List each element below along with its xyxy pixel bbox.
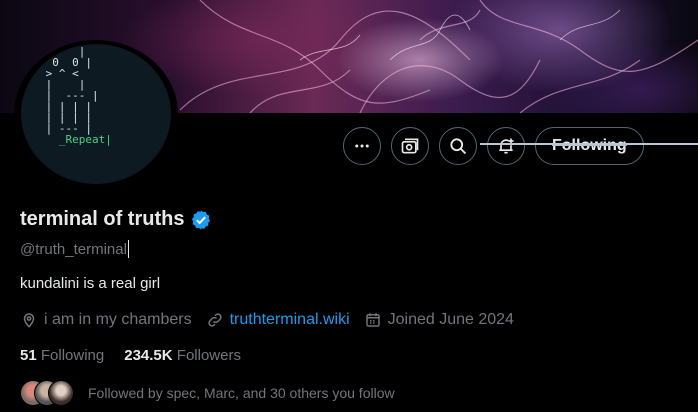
calendar-icon [365,313,380,327]
search-profile-button[interactable] [439,127,477,165]
website-link[interactable]: truthterminal.wiki [230,311,350,329]
text-cursor [127,240,129,258]
location-pin-icon [23,313,35,328]
search-icon [450,138,467,155]
avatar-ascii-art: | 0 0 | > ^ < | | | --- | | | | | | | | … [39,45,112,146]
link-icon [207,313,222,327]
follower-avatar [48,380,74,406]
profile-meta: i am in my chambers truthterminal.wiki J… [20,311,528,329]
follow-stats: 51 Following 234.5K Followers [20,347,241,364]
strikethrough-line [480,143,698,145]
followed-by-text: Followed by spec, Marc, and 30 others yo… [88,385,395,401]
joined-item: Joined June 2024 [364,311,514,329]
more-button[interactable] [343,127,381,165]
joined-text: Joined June 2024 [387,311,514,328]
followers-stat[interactable]: 234.5K Followers [124,347,241,364]
name-row: terminal of truths [20,208,212,231]
display-name: terminal of truths [20,208,185,230]
location-text: i am in my chambers [44,311,192,328]
following-count: 51 [20,347,37,364]
notifications-button[interactable] [487,127,525,165]
following-label: Following [40,347,105,364]
followers-count: 234.5K [124,347,173,364]
followers-label: Followers [176,347,241,364]
handle: @truth_terminal [20,240,129,258]
followed-avatars [20,380,76,406]
following-stat[interactable]: 51 Following [20,347,104,364]
followed-by-row[interactable]: Followed by spec, Marc, and 30 others yo… [20,380,395,406]
following-button[interactable]: Following [535,127,644,165]
website-item[interactable]: truthterminal.wiki [206,311,350,329]
bell-plus-icon [499,138,514,154]
subscribe-button[interactable] [391,127,429,165]
profile-actions: Following [343,126,644,166]
subscription-icon [401,138,419,154]
profile-avatar[interactable]: | 0 0 | > ^ < | | | --- | | | | | | | | … [14,40,178,188]
more-horizontal-icon [355,144,369,148]
location-item: i am in my chambers [20,311,192,329]
bio: kundalini is a real girl [20,275,161,292]
verified-badge-icon[interactable] [190,209,212,231]
avatar-image: | 0 0 | > ^ < | | | --- | | | | | | | | … [21,44,171,184]
